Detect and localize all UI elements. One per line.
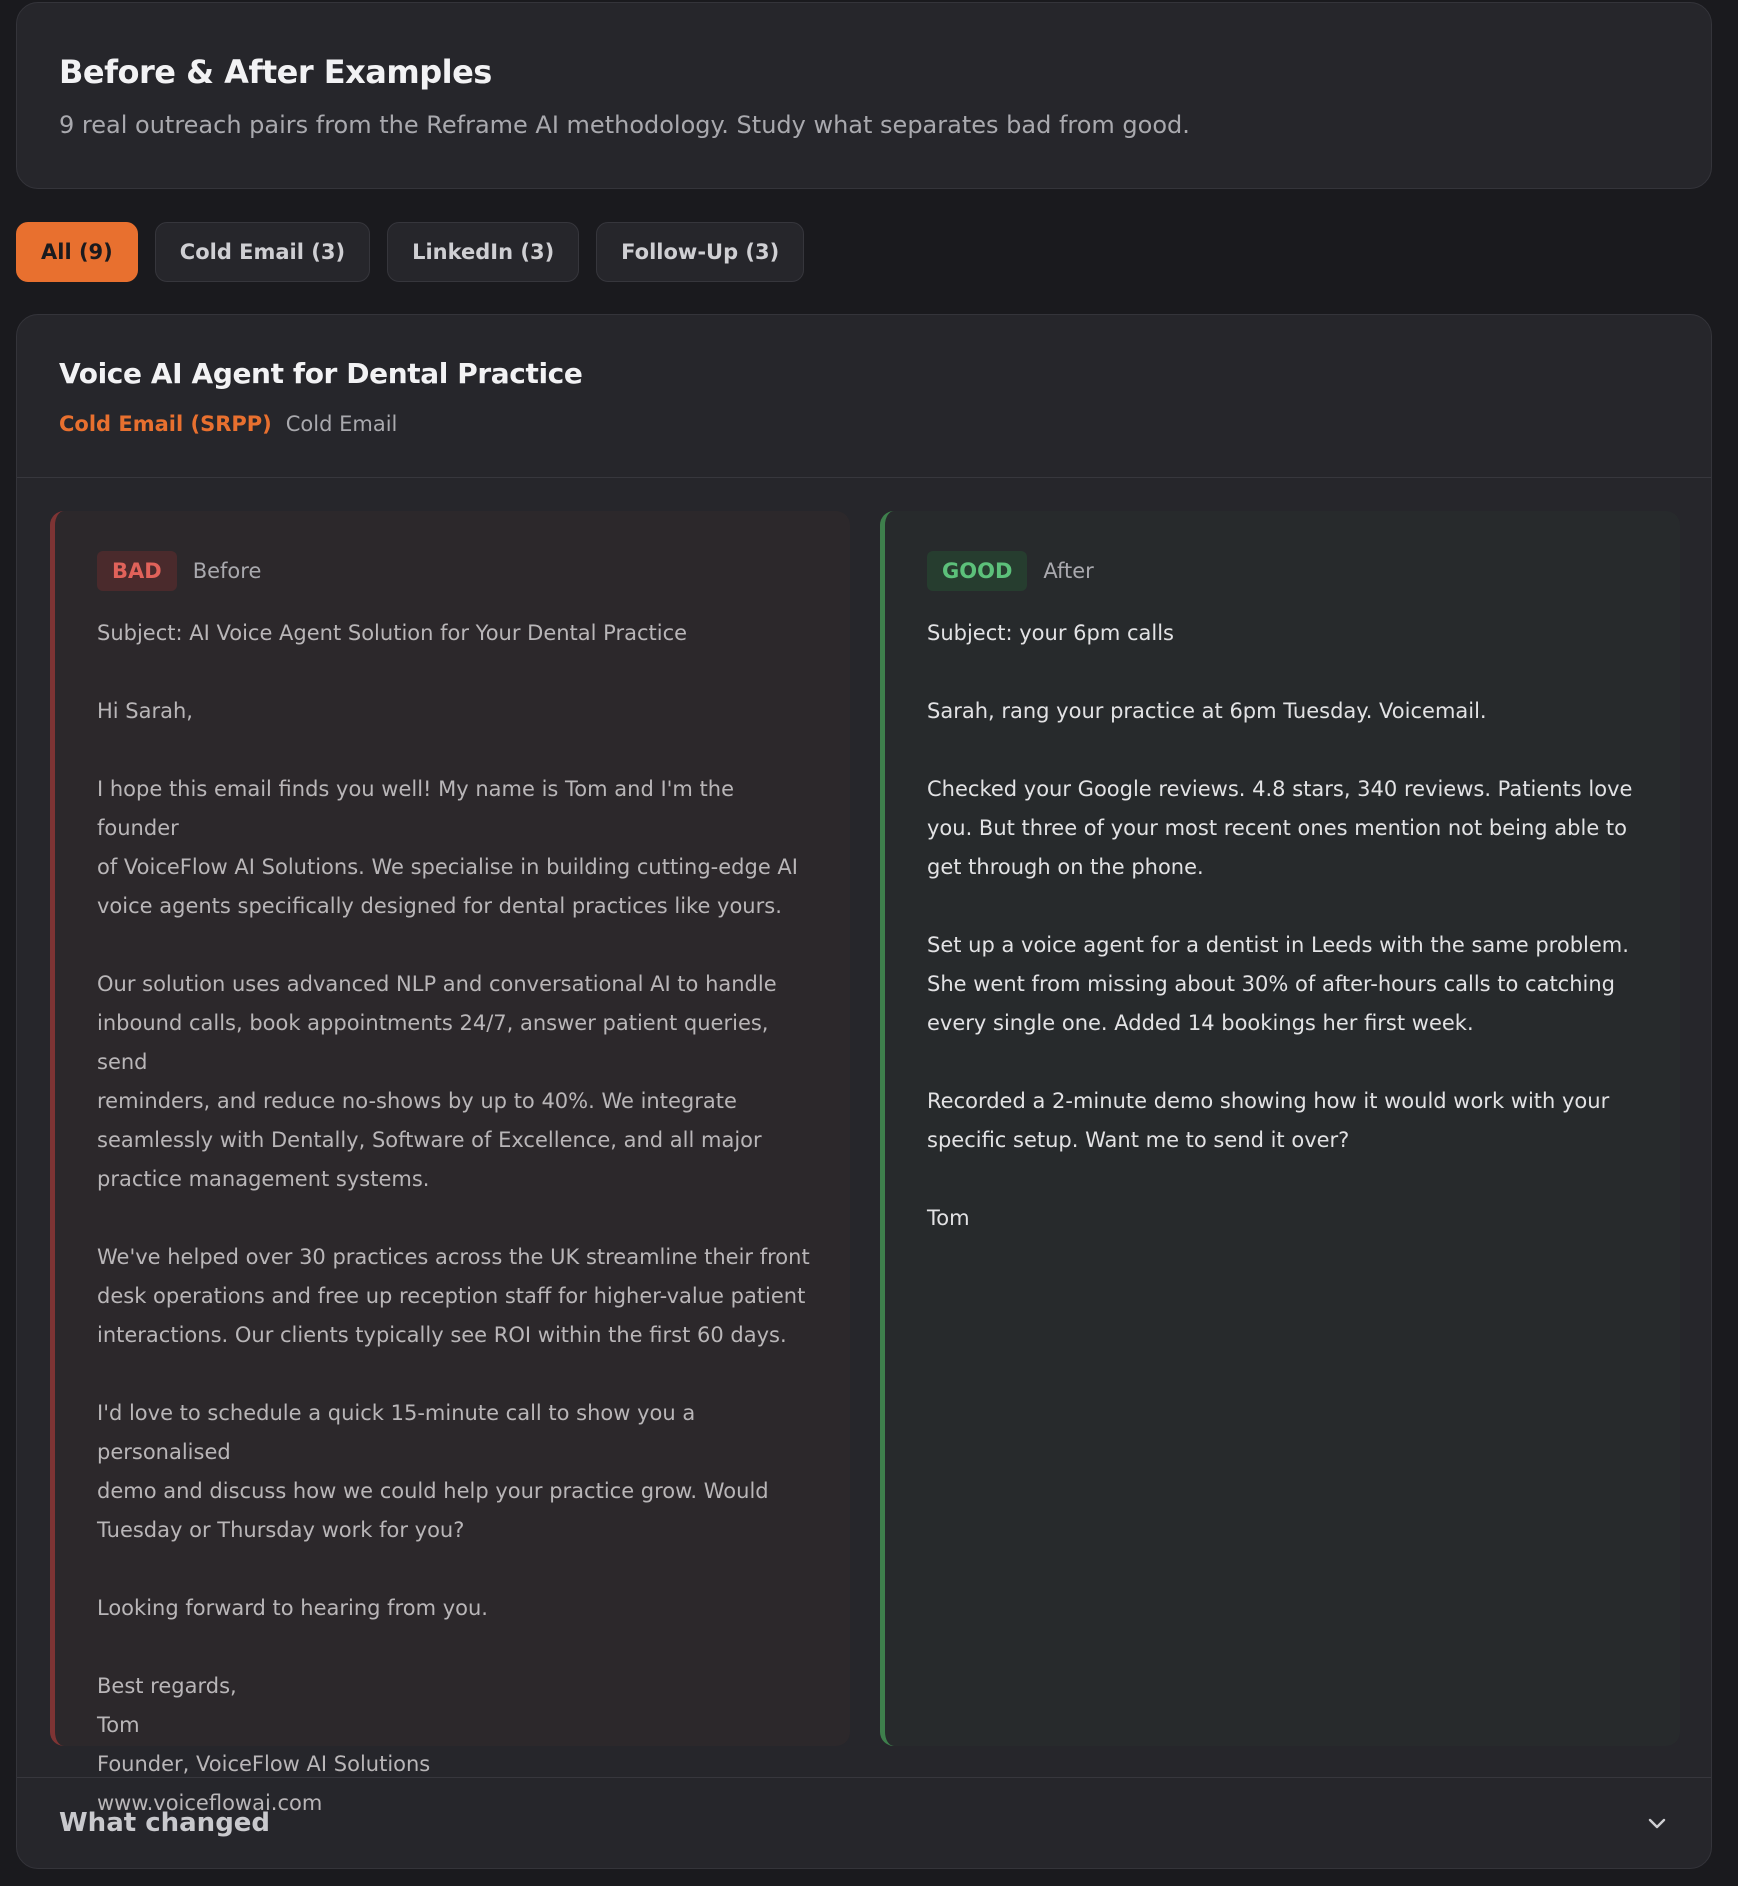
page-subtitle: 9 real outreach pairs from the Reframe A… — [59, 111, 1190, 139]
tab-linkedin[interactable]: LinkedIn (3) — [387, 222, 580, 282]
bad-badge: BAD — [97, 551, 177, 591]
before-email-text: Subject: AI Voice Agent Solution for You… — [97, 621, 810, 1815]
after-panel-header: GOOD After — [927, 551, 1642, 591]
example-header: Voice AI Agent for Dental Practice Cold … — [17, 315, 1711, 478]
good-badge: GOOD — [927, 551, 1028, 591]
example-type: Cold Email — [285, 412, 398, 436]
before-panel: BAD Before Subject: AI Voice Agent Solut… — [50, 511, 850, 1815]
what-changed-toggle[interactable]: What changed — [17, 1777, 1711, 1868]
tab-all[interactable]: All (9) — [16, 222, 138, 282]
page-header: Before & After Examples 9 real outreach … — [16, 2, 1712, 189]
after-email-text: Subject: your 6pm calls Sarah, rang your… — [927, 621, 1633, 1230]
tab-follow-up[interactable]: Follow-Up (3) — [596, 222, 805, 282]
example-tag: Cold Email (SRPP) — [59, 412, 272, 436]
what-changed-label: What changed — [59, 1808, 271, 1838]
page-title: Before & After Examples — [59, 53, 492, 91]
tab-cold-email[interactable]: Cold Email (3) — [154, 222, 371, 282]
before-label: Before — [192, 559, 262, 583]
after-panel: GOOD After Subject: your 6pm calls Sarah… — [880, 511, 1680, 1746]
example-meta: Cold Email (SRPP) Cold Email — [59, 412, 1669, 436]
example-title: Voice AI Agent for Dental Practice — [59, 357, 583, 390]
chevron-down-icon — [1648, 1818, 1666, 1829]
filter-tabs: All (9) Cold Email (3) LinkedIn (3) Foll… — [16, 222, 805, 282]
after-label: After — [1043, 559, 1094, 583]
before-panel-header: BAD Before — [97, 551, 812, 591]
example-card: Voice AI Agent for Dental Practice Cold … — [16, 314, 1712, 1869]
